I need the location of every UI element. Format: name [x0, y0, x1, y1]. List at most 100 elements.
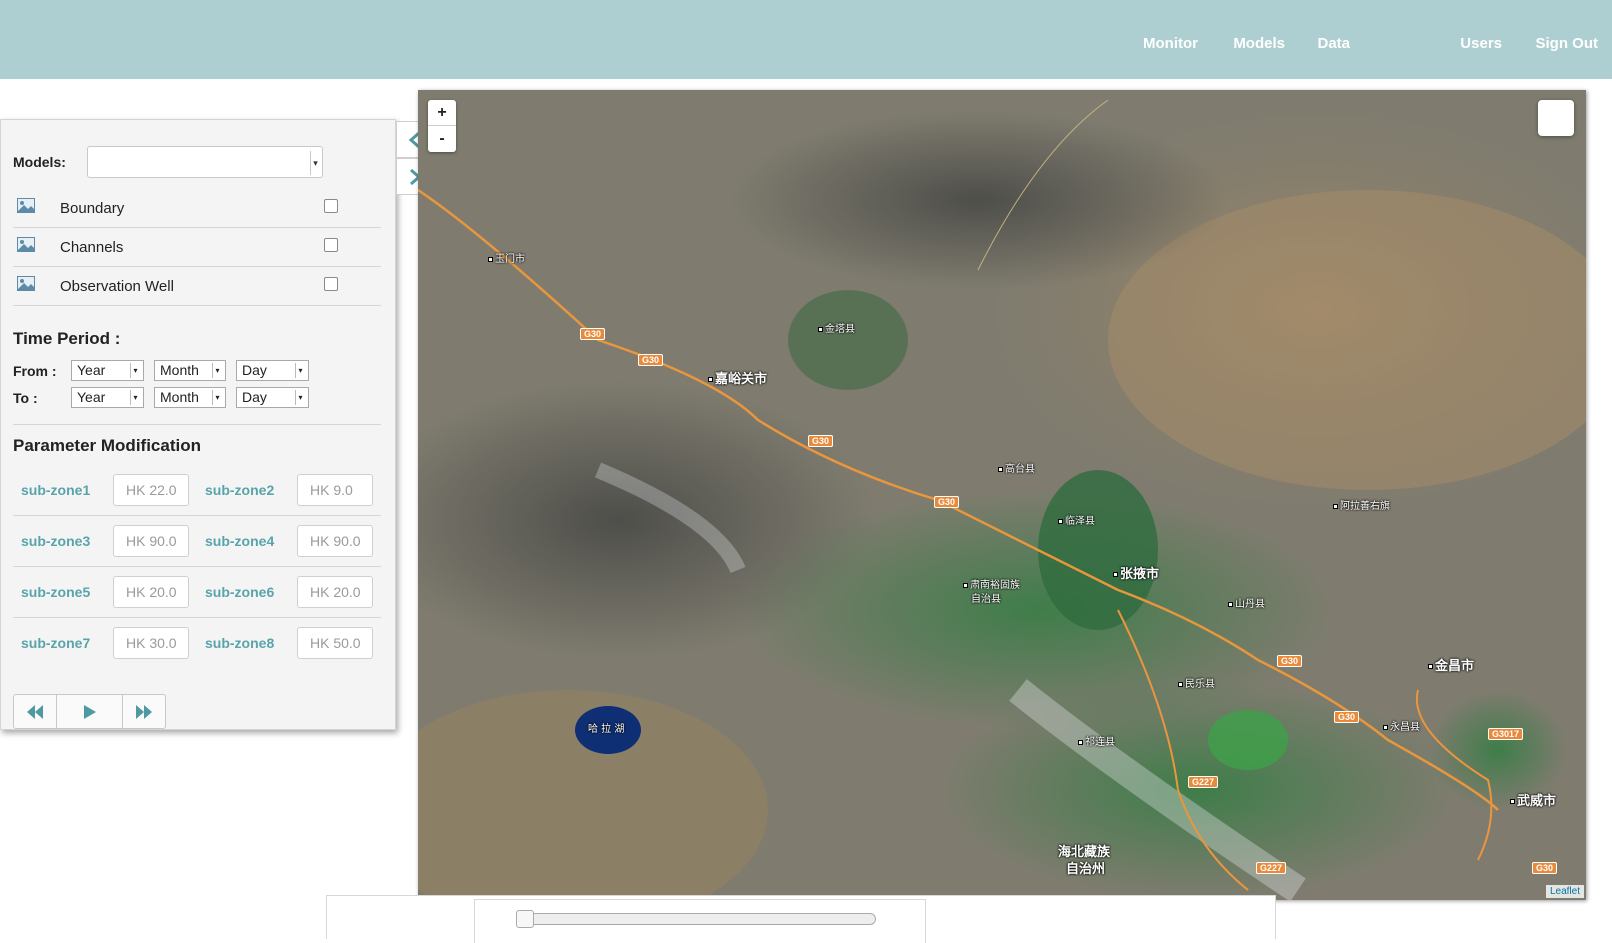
- layer-checkbox-boundary[interactable]: [324, 199, 338, 213]
- map-place-label: 金昌市: [1428, 655, 1474, 674]
- zone-input-5[interactable]: HK 20.0: [113, 576, 189, 608]
- layers-control-button[interactable]: [1538, 100, 1574, 136]
- map-place-label: 自治县: [971, 594, 1001, 605]
- zoom-in-button[interactable]: +: [428, 100, 456, 126]
- timeline-slider-handle[interactable]: [516, 910, 534, 928]
- nav-monitor[interactable]: Monitor: [1143, 35, 1198, 52]
- highway-shield: G30: [1277, 655, 1303, 667]
- highway-shield: G30: [934, 496, 960, 508]
- map-place-label: 永昌县: [1383, 718, 1420, 733]
- zone-input-8[interactable]: HK 50.0: [297, 627, 373, 659]
- divider: [13, 566, 381, 567]
- chevron-down-icon: ▾: [130, 363, 140, 378]
- to-day-select[interactable]: Day ▾: [236, 387, 309, 408]
- time-period-title: Time Period :: [13, 329, 121, 348]
- map-place-label: 张掖市: [1113, 563, 1159, 582]
- select-value: Year: [77, 362, 106, 378]
- zone-label: sub-zone4: [205, 533, 275, 549]
- to-month-select[interactable]: Month ▾: [154, 387, 226, 408]
- zone-label: sub-zone1: [21, 482, 91, 498]
- top-navbar: Monitor Models Data Users Sign Out: [0, 0, 1612, 79]
- map-place-label: 阿拉善右旗: [1333, 497, 1390, 512]
- models-select[interactable]: ▾: [87, 146, 323, 178]
- highway-shield: G30: [1334, 711, 1360, 723]
- divider: [13, 515, 381, 516]
- image-icon: [17, 237, 35, 252]
- highway-shield: G227: [1256, 862, 1287, 874]
- map-place-label: 自治州: [1066, 862, 1106, 877]
- map-lake-label: 哈 拉 湖: [588, 724, 625, 735]
- rewind-button[interactable]: [14, 695, 57, 728]
- highway-shield: G30: [808, 435, 834, 447]
- zone-label: sub-zone6: [205, 584, 275, 600]
- nav-models[interactable]: Models: [1233, 35, 1285, 52]
- zone-label: sub-zone3: [21, 533, 91, 549]
- layer-row-boundary: Boundary: [13, 188, 381, 228]
- highway-shield: G3017: [1488, 728, 1524, 740]
- param-modification-title: Parameter Modification: [13, 436, 201, 455]
- image-icon: [17, 198, 35, 213]
- zone-label: sub-zone7: [21, 635, 91, 651]
- zone-input-4[interactable]: HK 90.0: [297, 525, 373, 557]
- to-label: To :: [13, 390, 38, 406]
- select-value: Day: [242, 389, 267, 405]
- map-place-label: 祁连县: [1078, 733, 1115, 748]
- map-place-label: 金塔县: [818, 320, 855, 335]
- select-value: Month: [160, 362, 199, 378]
- zone-label: sub-zone5: [21, 584, 91, 600]
- from-month-select[interactable]: Month ▾: [154, 360, 226, 381]
- map-place-label: 山丹县: [1228, 595, 1265, 610]
- to-year-select[interactable]: Year ▾: [71, 387, 144, 408]
- divider: [13, 424, 381, 425]
- chevron-down-icon: ▾: [295, 390, 305, 405]
- layer-checkbox-observation-well[interactable]: [324, 277, 338, 291]
- chevron-down-icon: ▾: [212, 363, 222, 378]
- select-value: Year: [77, 389, 106, 405]
- layer-row-observation-well: Observation Well: [13, 266, 381, 306]
- highway-shield: G30: [580, 328, 606, 340]
- map-place-label: 民乐县: [1178, 675, 1215, 690]
- zone-input-2[interactable]: HK 9.0: [297, 474, 373, 506]
- zoom-out-button[interactable]: -: [428, 126, 456, 152]
- image-icon: [17, 276, 35, 291]
- map-place-label: 嘉峪关市: [708, 368, 767, 387]
- highway-shield: G227: [1188, 776, 1219, 788]
- map-place-label: 肃南裕固族: [963, 576, 1020, 591]
- rewind-icon: [27, 705, 43, 719]
- satellite-map[interactable]: 玉门市 金塔县 嘉峪关市 高台县 临泽县 阿拉善右旗 张掖市 肃南裕固族 自治县…: [418, 90, 1586, 900]
- zone-label: sub-zone2: [205, 482, 275, 498]
- nav-users[interactable]: Users: [1460, 35, 1502, 52]
- zone-input-1[interactable]: HK 22.0: [113, 474, 189, 506]
- map-place-label: 玉门市: [488, 250, 525, 265]
- from-label: From :: [13, 363, 57, 379]
- zone-input-6[interactable]: HK 20.0: [297, 576, 373, 608]
- nav-sign-out[interactable]: Sign Out: [1536, 35, 1599, 52]
- map-terrain: [418, 90, 1586, 900]
- chevron-down-icon: ▾: [295, 363, 305, 378]
- layer-row-channels: Channels: [13, 227, 381, 267]
- nav-data[interactable]: Data: [1317, 35, 1350, 52]
- layer-name: Observation Well: [60, 278, 174, 295]
- highway-shield: G30: [638, 354, 664, 366]
- play-button[interactable]: [57, 695, 123, 728]
- zone-input-7[interactable]: HK 30.0: [113, 627, 189, 659]
- from-year-select[interactable]: Year ▾: [71, 360, 144, 381]
- playback-controls: [13, 694, 166, 729]
- play-icon: [84, 705, 96, 719]
- fast-forward-button[interactable]: [123, 695, 166, 728]
- layer-name: Boundary: [60, 200, 125, 217]
- layer-checkbox-channels[interactable]: [324, 238, 338, 252]
- zone-label: sub-zone8: [205, 635, 275, 651]
- zone-input-3[interactable]: HK 90.0: [113, 525, 189, 557]
- zoom-control: + -: [428, 100, 456, 152]
- control-panel: Models: ▾ Boundary Channels Observation …: [0, 119, 396, 730]
- layer-name: Channels: [60, 239, 124, 256]
- select-value: Month: [160, 389, 199, 405]
- fast-forward-icon: [136, 705, 152, 719]
- map-place-label: 高台县: [998, 460, 1035, 475]
- map-attribution[interactable]: Leaflet: [1545, 885, 1584, 898]
- chevron-down-icon: ▾: [310, 151, 320, 175]
- timeline-slider-track[interactable]: [516, 913, 876, 925]
- from-day-select[interactable]: Day ▾: [236, 360, 309, 381]
- select-value: Day: [242, 362, 267, 378]
